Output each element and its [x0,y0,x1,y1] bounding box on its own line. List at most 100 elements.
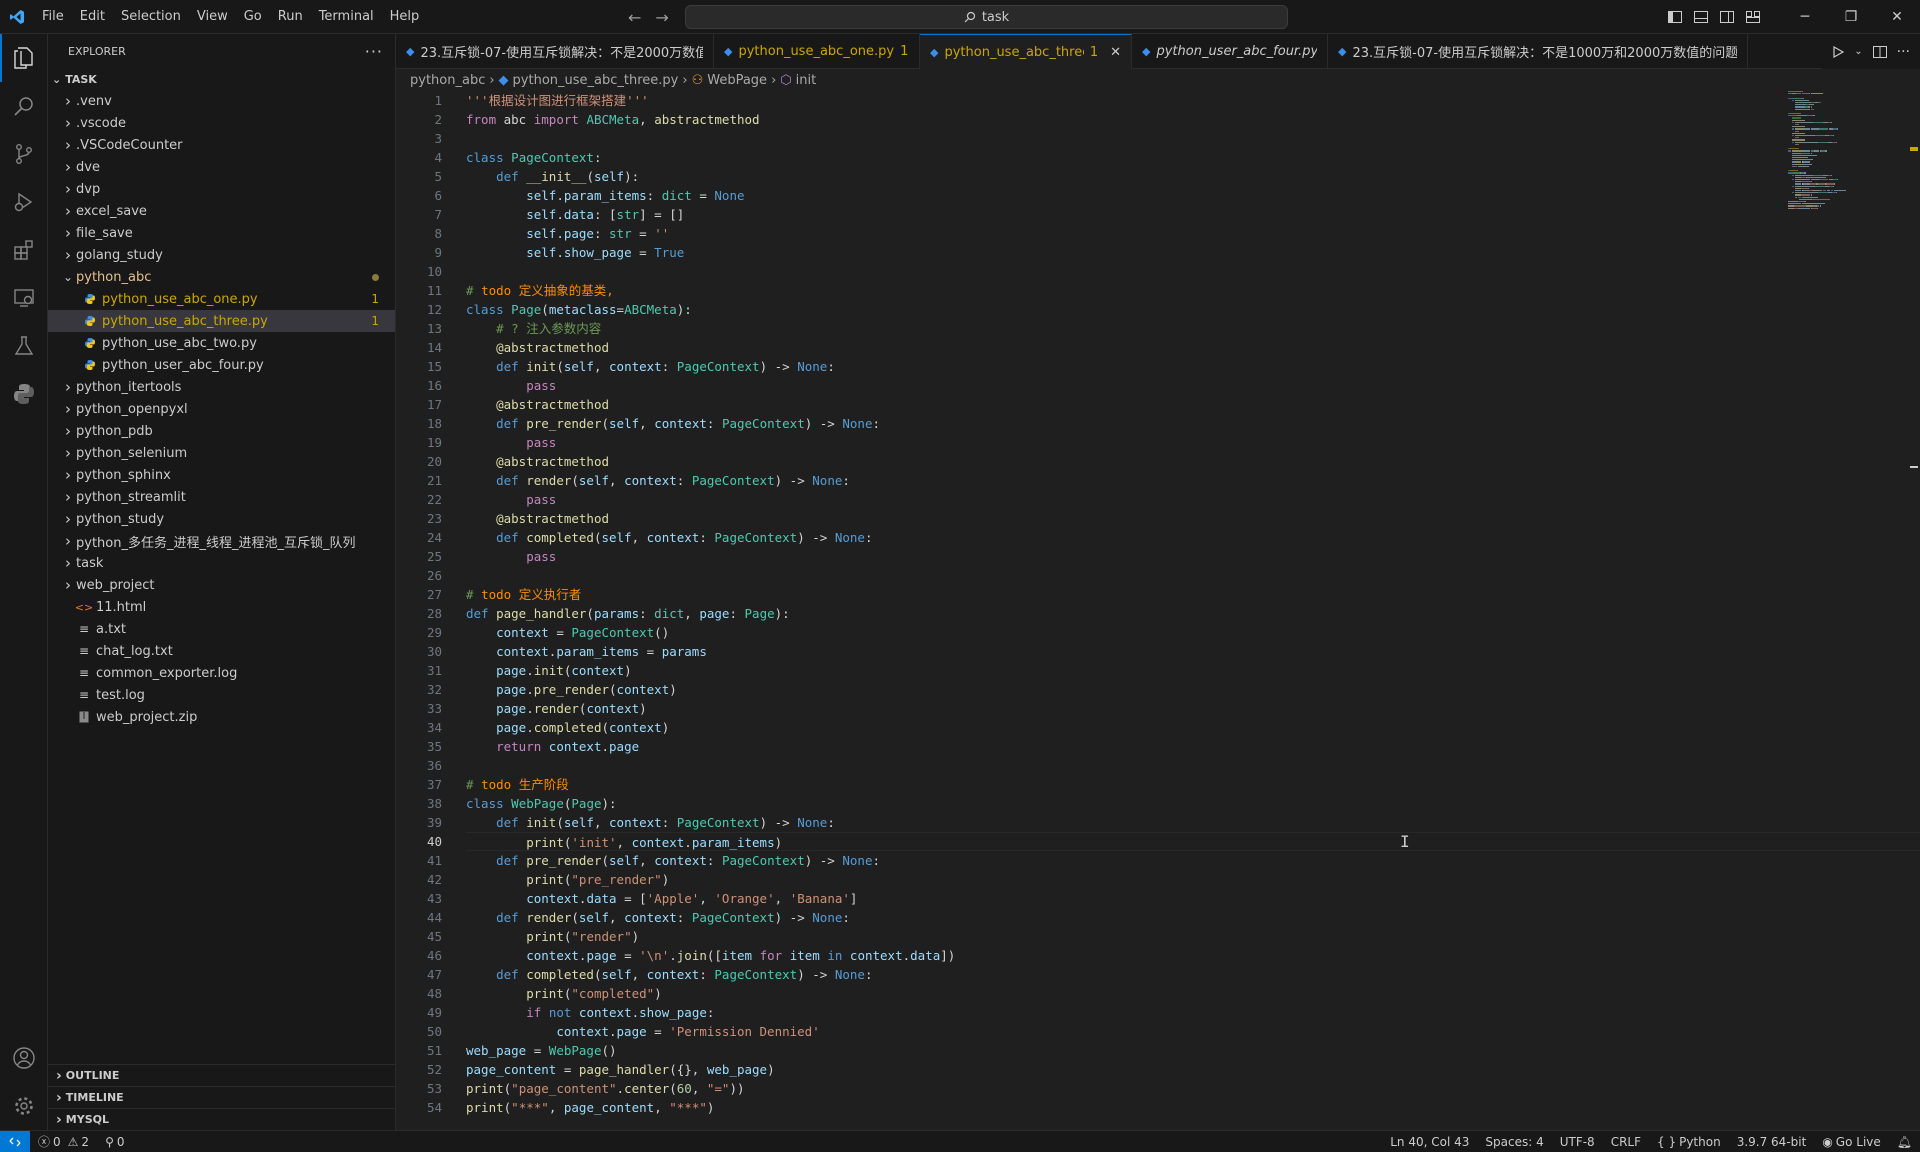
editor-more-actions-icon[interactable]: ··· [1897,44,1910,60]
folder-dvp[interactable]: › dvp [48,178,395,200]
tab-2[interactable]: ◆ python_use_abc_three.py 1 ✕ [920,34,1132,69]
file-11-html[interactable]: <> 11.html [48,596,395,618]
breadcrumb-file[interactable]: python_use_abc_three.py [513,73,679,88]
menu-edit[interactable]: Edit [72,0,113,34]
tab-3[interactable]: ◆ python_user_abc_four.py [1132,34,1328,69]
folder-python-itertools[interactable]: › python_itertools [48,376,395,398]
python-icon[interactable] [0,370,48,418]
workspace-root[interactable]: ⌄ TASK [48,68,395,90]
folder-web-project[interactable]: › web_project [48,574,395,596]
encoding[interactable]: UTF-8 [1552,1135,1603,1149]
folder-golang-study[interactable]: › golang_study [48,244,395,266]
token: self [601,967,632,982]
close-window-icon[interactable]: ✕ [1874,0,1920,34]
more-actions-icon[interactable]: ··· [365,42,383,61]
restore-icon[interactable]: ❐ [1828,0,1874,34]
customize-layout-icon[interactable] [1740,0,1766,34]
source-control-icon[interactable] [0,130,48,178]
file-python-use-abc-two-py[interactable]: python_use_abc_two.py [48,332,395,354]
token: , [593,359,610,374]
menu-view[interactable]: View [189,0,236,34]
section-timeline[interactable]: › TIMELINE [48,1086,395,1108]
file-chat-log-txt[interactable]: ≡ chat_log.txt [48,640,395,662]
language-mode[interactable]: { } Python [1649,1135,1729,1149]
file-python-use-abc-three-py[interactable]: python_use_abc_three.py 1 [48,310,395,332]
file-web-project-zip[interactable]: web_project.zip [48,706,395,728]
folder-vscode[interactable]: › .vscode [48,112,395,134]
search-sidebar-icon[interactable] [0,82,48,130]
folder-venv[interactable]: › .venv [48,90,395,112]
manage-gear-icon[interactable] [0,1082,48,1130]
cursor-position[interactable]: Ln 40, Col 43 [1382,1135,1477,1149]
menu-help[interactable]: Help [382,0,428,34]
file-common-exporter-log[interactable]: ≡ common_exporter.log [48,662,395,684]
indentation[interactable]: Spaces: 4 [1477,1135,1551,1149]
extensions-icon[interactable] [0,226,48,274]
folder-dve[interactable]: › dve [48,156,395,178]
file-a-txt[interactable]: ≡ a.txt [48,618,395,640]
folder-python-study[interactable]: › python_study [48,508,395,530]
vertical-scrollbar[interactable] [1908,91,1920,1130]
folder-vscodecounter[interactable]: › .VSCodeCounter [48,134,395,156]
testing-icon[interactable] [0,322,48,370]
forward-arrow-icon[interactable]: → [655,8,668,27]
folder-task[interactable]: › task [48,552,395,574]
menu-go[interactable]: Go [236,0,270,34]
run-python-file-icon[interactable] [1832,45,1845,58]
folder-python-pdb[interactable]: › python_pdb [48,420,395,442]
folder-python-selenium[interactable]: › python_selenium [48,442,395,464]
minimap-token [1826,183,1834,185]
tab-1[interactable]: ◆ python_use_abc_one.py 1 [714,34,920,69]
toggle-secondary-sidebar-icon[interactable] [1714,0,1740,34]
python-interpreter[interactable]: 3.9.7 64-bit [1729,1135,1815,1149]
menu-selection[interactable]: Selection [113,0,189,34]
folder-excel-save[interactable]: › excel_save [48,200,395,222]
go-live-button[interactable]: ◉ Go Live [1814,1135,1888,1149]
menu-terminal[interactable]: Terminal [311,0,382,34]
file-test-log[interactable]: ≡ test.log [48,684,395,706]
folder-python-streamlit[interactable]: › python_streamlit [48,486,395,508]
breadcrumb-folder[interactable]: python_abc [410,73,485,88]
menu-run[interactable]: Run [270,0,311,34]
notifications-bell-icon[interactable]: 🔔︎ [1889,1135,1920,1149]
back-arrow-icon[interactable]: ← [628,8,641,27]
section-outline[interactable]: › OUTLINE [48,1064,395,1086]
problems-indicator[interactable]: ⓧ 0 ⚠ 2 [30,1133,97,1150]
toggle-panel-icon[interactable] [1688,0,1714,34]
minimize-icon[interactable]: ─ [1782,0,1828,34]
tab-0[interactable]: ◆ 23.互斥锁-07-使用互斥锁解决：不是2000万数值的问题.py [396,34,714,69]
menu-file[interactable]: File [34,0,72,34]
folder-python-abc[interactable]: ⌄ python_abc [48,266,395,288]
folder-file-save[interactable]: › file_save [48,222,395,244]
folder-python[interactable]: › python_多任务_进程_线程_进程池_互斥锁_队列 [48,530,395,552]
breadcrumb-method[interactable]: init [796,73,817,88]
minimap[interactable] [1788,91,1908,221]
accounts-icon[interactable] [0,1034,48,1082]
split-editor-icon[interactable] [1872,45,1887,58]
file-python-use-abc-one-py[interactable]: python_use_abc_one.py 1 [48,288,395,310]
file-python-user-abc-four-py[interactable]: python_user_abc_four.py [48,354,395,376]
remote-indicator-icon[interactable] [0,1130,30,1152]
minimap-token [1810,106,1813,108]
line-endings[interactable]: CRLF [1603,1135,1649,1149]
run-and-debug-icon[interactable] [0,178,48,226]
token: . [609,1024,617,1039]
remote-explorer-icon[interactable] [0,274,48,322]
tab-label: python_use_abc_three.py [944,44,1083,60]
breadcrumb-class[interactable]: WebPage [707,73,767,88]
toggle-primary-sidebar-icon[interactable] [1662,0,1688,34]
section-mysql[interactable]: › MYSQL [48,1108,395,1130]
folder-python-sphinx[interactable]: › python_sphinx [48,464,395,486]
run-dropdown-chevron-icon[interactable]: ⌄ [1854,46,1862,57]
tab-4[interactable]: ◆ 23.互斥锁-07-使用互斥锁解决：不是1000万和2000万数值的问题.py [1328,34,1748,69]
ports-indicator[interactable]: ⚲ 0 [97,1135,132,1149]
command-center-search[interactable]: task [685,5,1288,29]
minimap-token [1831,190,1833,192]
folder-python-openpyxl[interactable]: › python_openpyxl [48,398,395,420]
explorer-icon[interactable] [0,34,48,82]
close-tab-icon[interactable]: ✕ [1110,45,1121,60]
tree-item-label: .VSCodeCounter [76,137,183,153]
code-editor[interactable]: 1 '''根据设计图进行框架搭建''' 2 from abc import ABCMe… [396,91,1920,1130]
line-number: 9 [434,245,442,260]
